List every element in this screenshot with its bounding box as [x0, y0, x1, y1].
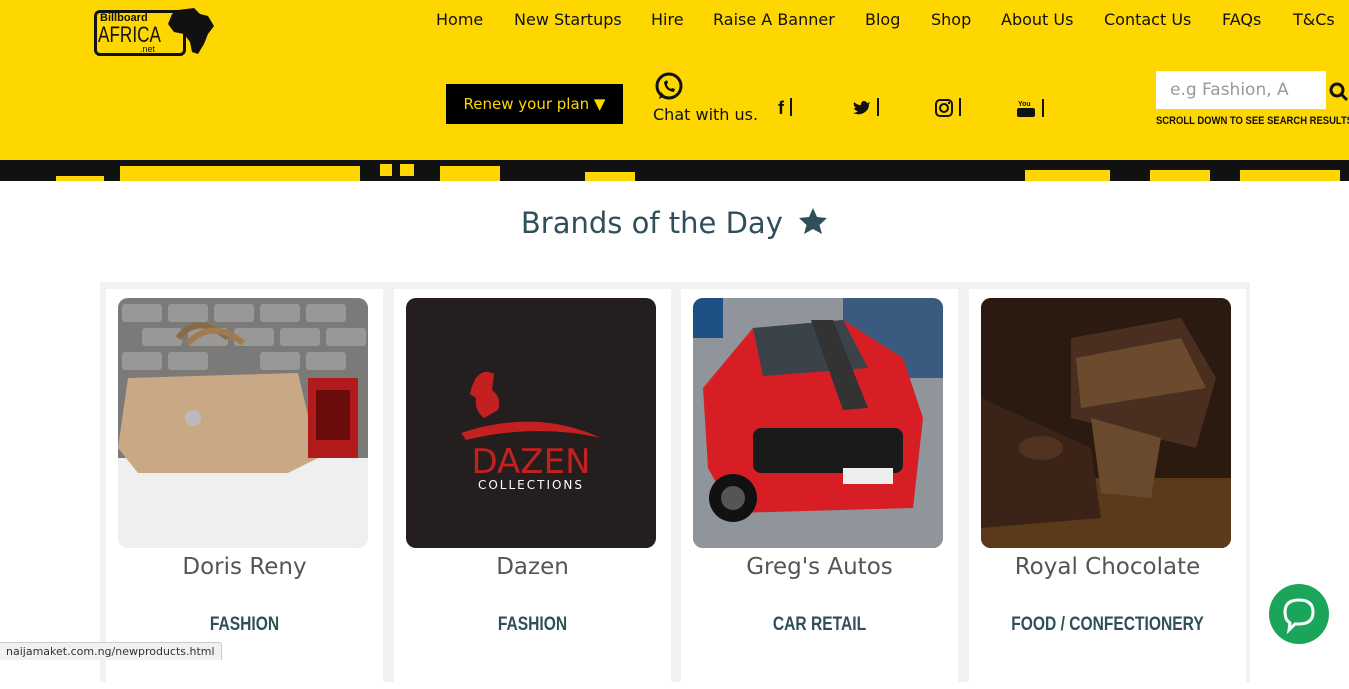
brand-name[interactable]: Doris Reny: [106, 554, 383, 580]
chat-icon: [1283, 598, 1315, 635]
nav-new-startups[interactable]: New Startups: [514, 10, 622, 29]
instagram-icon: [935, 99, 953, 117]
chocolate-image: [981, 298, 1231, 548]
brand-category: FASHION: [209, 614, 280, 635]
youtube-link[interactable]: You: [1016, 98, 1044, 122]
link-status-bar: naijamaket.com.ng/newproducts.html: [0, 642, 222, 660]
nav-blog[interactable]: Blog: [865, 10, 900, 29]
site-header: Billboard AFRICA .net Home New Startups …: [0, 0, 1349, 160]
divider: [877, 98, 879, 116]
nav-hire[interactable]: Hire: [651, 10, 684, 29]
star-icon: [799, 208, 828, 234]
divider: [959, 98, 961, 116]
renew-plan-button[interactable]: Renew your plan ▼: [446, 84, 623, 124]
nav-raise-a-banner[interactable]: Raise A Banner: [713, 10, 835, 29]
section-title-text: Brands of the Day: [520, 206, 783, 240]
brand-card-dazen[interactable]: DAZEN COLLECTIONS Dazen FASHION: [394, 289, 671, 689]
whatsapp-icon[interactable]: [654, 72, 684, 102]
brand-category: FASHION: [497, 614, 568, 635]
dazen-logo-subtext: COLLECTIONS: [477, 478, 585, 492]
brand-image-dazen-logo[interactable]: DAZEN COLLECTIONS: [406, 298, 656, 548]
brand-category: FOOD / CONFECTIONERY: [1011, 614, 1204, 635]
brand-name[interactable]: Greg's Autos: [681, 554, 958, 580]
svg-text:You: You: [1018, 101, 1031, 108]
brand-card-gregs-autos[interactable]: Greg's Autos CAR RETAIL: [681, 289, 958, 689]
search-icon[interactable]: [1329, 82, 1349, 102]
brand-category: CAR RETAIL: [772, 614, 867, 635]
handbag-image: [118, 298, 368, 548]
logo-line3: .net: [140, 44, 156, 54]
nav-faqs[interactable]: FAQs: [1222, 10, 1261, 29]
brand-image-handbag[interactable]: [118, 298, 368, 548]
brand-card-royal-chocolate[interactable]: Royal Chocolate FOOD / CONFECTIONERY: [969, 289, 1246, 689]
live-chat-button[interactable]: [1269, 584, 1329, 644]
dazen-logo-text: DAZEN: [471, 442, 591, 482]
twitter-icon: [853, 101, 870, 115]
dazen-logo-icon: [461, 371, 601, 440]
instagram-link[interactable]: [935, 98, 961, 122]
section-title: Brands of the Day: [0, 206, 1349, 240]
brand-card-doris-reny[interactable]: Doris Reny FASHION: [106, 289, 383, 689]
divider: [790, 98, 792, 116]
nav-contact-us[interactable]: Contact Us: [1104, 10, 1191, 29]
brand-name[interactable]: Royal Chocolate: [969, 554, 1246, 580]
divider: [1042, 99, 1044, 117]
brand-image-sports-car[interactable]: [693, 298, 943, 548]
nav-tcs[interactable]: T&Cs: [1293, 10, 1335, 29]
africa-map-icon: [168, 8, 214, 54]
brand-name[interactable]: Dazen: [394, 554, 671, 580]
chat-with-us-link[interactable]: Chat with us.: [653, 105, 758, 124]
facebook-link[interactable]: f: [778, 98, 792, 122]
youtube-icon: You: [1017, 101, 1035, 117]
facebook-icon: f: [778, 98, 784, 118]
promo-banner-strip[interactable]: [0, 160, 1349, 181]
nav-shop[interactable]: Shop: [931, 10, 971, 29]
twitter-link[interactable]: [853, 98, 879, 122]
nav-about-us[interactable]: About Us: [1001, 10, 1073, 29]
sports-car-image: [693, 298, 943, 548]
billboard-africa-logo[interactable]: Billboard AFRICA .net: [94, 2, 220, 58]
search-input[interactable]: e.g Fashion, A: [1156, 71, 1326, 109]
brand-image-chocolate[interactable]: [981, 298, 1231, 548]
search-hint: SCROLL DOWN TO SEE SEARCH RESULTS.: [1156, 115, 1349, 127]
nav-home[interactable]: Home: [436, 10, 483, 29]
